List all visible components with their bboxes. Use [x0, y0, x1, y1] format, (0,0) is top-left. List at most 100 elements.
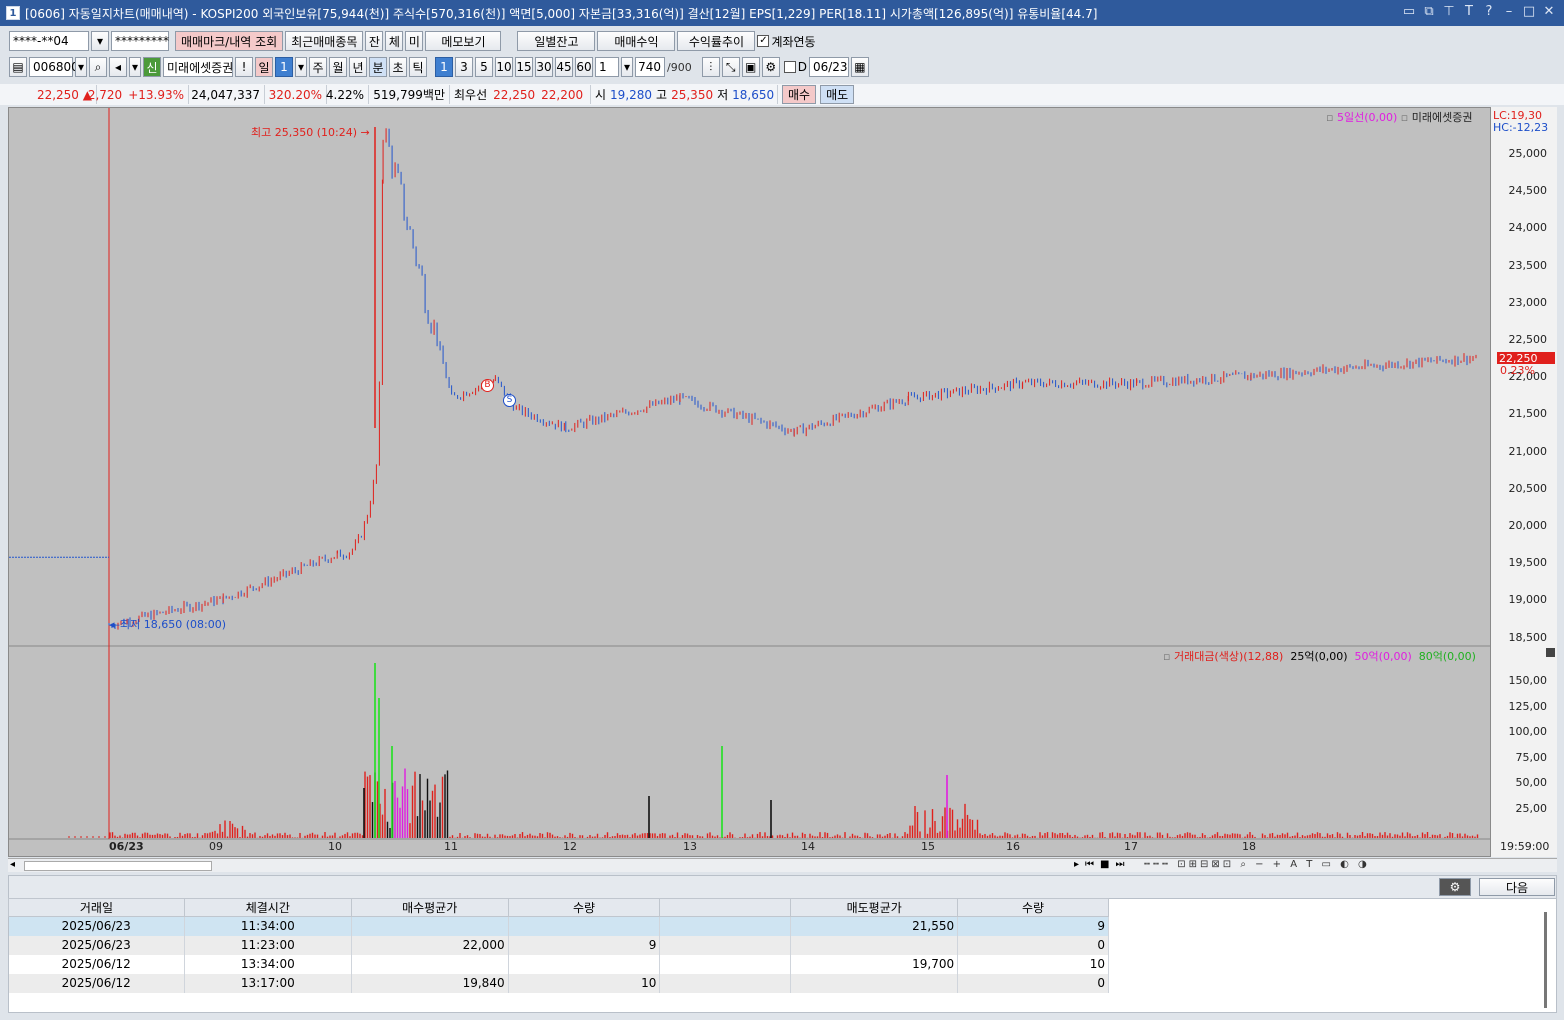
daily-balance-button[interactable]: 일별잔고 [517, 31, 596, 51]
period-day[interactable]: 일 [255, 57, 273, 77]
unit-select[interactable]: 1 [595, 57, 619, 77]
next-button[interactable]: 다음 [1479, 878, 1555, 896]
pin-icon[interactable]: ⊤ [1442, 4, 1456, 19]
period-year[interactable]: 년 [349, 57, 367, 77]
tab-executed[interactable]: 체 [385, 31, 404, 51]
volume-legend: ▫ 거래대금(색상)(12,88) 25억(0,00) 50억(0,00) 80… [1163, 650, 1476, 663]
trade-profit-button[interactable]: 매매수익 [597, 31, 676, 51]
drawing-tools[interactable]: ┅┅┅ ⊡⊞⊟⊠⊡ ⌕ − + A T ▭ ◐ ◑ [1144, 859, 1370, 870]
col-sell-avg: 매도평균가 [790, 898, 959, 917]
account-dropdown-icon[interactable]: ▾ [91, 31, 109, 51]
restore-icon[interactable]: ▭ [1402, 4, 1416, 19]
account-link-checkbox[interactable]: ✓ 계좌연동 [757, 33, 816, 50]
sound-icon[interactable]: ◂ [109, 57, 127, 77]
horizontal-scrollbar[interactable]: ◂ ▸⏮■⏭ ┅┅┅ ⊡⊞⊟⊠⊡ ⌕ − + A T ▭ ◐ ◑ [8, 858, 1557, 872]
col-blank [659, 898, 792, 917]
stock-code-input[interactable]: 006800 [29, 57, 79, 77]
account-field[interactable]: ****-**04 [9, 31, 89, 51]
yield-trend-button[interactable]: 수익률추이 [677, 31, 756, 51]
x-tick-label: 09 [209, 840, 223, 853]
password-field[interactable]: ********* [111, 31, 169, 51]
minute-60[interactable]: 60 [575, 57, 593, 77]
table-row[interactable]: 2025/06/23 11:34:00 21,550 9 [8, 916, 1109, 936]
minute-1[interactable]: 1 [435, 57, 453, 77]
settings-icon[interactable]: ⚙ [761, 57, 780, 77]
window-number-icon[interactable]: 1 [6, 6, 20, 20]
mark-inquiry-button[interactable]: 매매마크/내역 조회 [175, 31, 284, 51]
period-second[interactable]: 초 [389, 57, 407, 77]
period-tick[interactable]: 틱 [409, 57, 427, 77]
y-tick-label: 23,500 [1508, 258, 1548, 272]
tab-unexecuted[interactable]: 미 [405, 31, 424, 51]
close-pane-icon[interactable] [1546, 648, 1555, 657]
minute-3[interactable]: 3 [455, 57, 473, 77]
scroll-thumb[interactable] [24, 861, 212, 871]
buy-mark[interactable]: B [481, 379, 494, 392]
minute-45[interactable]: 45 [555, 57, 573, 77]
calendar-icon[interactable]: ▦ [850, 57, 869, 77]
minimize-icon[interactable]: – [1502, 4, 1516, 19]
text-icon[interactable]: T [1462, 4, 1476, 19]
date-checkbox[interactable] [783, 61, 796, 73]
close-icon[interactable]: ✕ [1542, 4, 1556, 19]
table-cell: 9 [957, 916, 1109, 936]
recent-trade-button[interactable]: 최근매매종목 [285, 31, 364, 51]
time-axis-label: 19:59:00 [1500, 840, 1550, 853]
ma-legend: 5일선(0,00) [1336, 111, 1398, 124]
drawing-icon[interactable]: ⤡ [721, 57, 740, 77]
scroll-left-icon[interactable]: ◂ [10, 859, 15, 870]
price-volume-chart[interactable] [9, 108, 1557, 857]
quote-bar: 22,250 ▲ 2,720 +13.93% 24,047,337 320.20%… [0, 84, 1564, 105]
current-price-tag: 22,250 [1497, 352, 1555, 365]
date-input[interactable]: 06/23 [808, 57, 849, 77]
table-cell: 11:34:00 [184, 916, 352, 936]
x-tick-label: 14 [801, 840, 815, 853]
layout-icon[interactable]: ▤ [9, 57, 27, 77]
copy-icon[interactable]: ⧉ [1422, 4, 1436, 19]
buy-button[interactable]: 매수 [782, 85, 817, 104]
code-dropdown-icon[interactable]: ▾ [75, 57, 87, 77]
grid-settings-icon[interactable]: ⚙ [1439, 878, 1471, 896]
sound-dropdown-icon[interactable]: ▾ [129, 57, 141, 77]
period-minute[interactable]: 분 [369, 57, 387, 77]
period-month[interactable]: 월 [329, 57, 347, 77]
search-icon[interactable]: ⌕ [89, 57, 107, 77]
minute-5[interactable]: 5 [475, 57, 493, 77]
table-cell [351, 954, 509, 974]
low-annotation: ◂–최저 18,650 (08:00) [109, 618, 227, 631]
title-bar: 1 [0606] 자동일지차트(매매내역) - KOSPI200 외국인보유[7… [0, 0, 1564, 26]
tab-balance[interactable]: 잔 [365, 31, 384, 51]
period-dropdown-icon[interactable]: ▾ [295, 57, 307, 77]
period-week[interactable]: 주 [309, 57, 327, 77]
minute-10[interactable]: 10 [495, 57, 513, 77]
save-icon[interactable]: ▣ [741, 57, 760, 77]
memo-button[interactable]: 메모보기 [425, 31, 502, 51]
grid-scrollbar[interactable] [1544, 912, 1547, 1008]
table-cell: 2025/06/12 [8, 973, 185, 993]
candle-icon[interactable]: ⫶ [701, 57, 720, 77]
turnover: 4.22% [326, 85, 369, 104]
table-cell [508, 916, 661, 936]
help-icon[interactable]: ? [1482, 4, 1496, 19]
minute-15[interactable]: 15 [515, 57, 533, 77]
count-input[interactable]: 740 [635, 57, 665, 77]
playback-controls[interactable]: ▸⏮■⏭ [1074, 859, 1130, 870]
account-toolbar: ****-**04 ▾ ********* 매매마크/내역 조회 최근매매종목 … [0, 30, 1564, 52]
unit-dropdown-icon[interactable]: ▾ [621, 57, 633, 77]
period-day-count[interactable]: 1 [275, 57, 293, 77]
x-tick-label: 13 [683, 840, 697, 853]
table-row[interactable]: 2025/06/12 13:17:00 19,840 10 0 [8, 973, 1109, 993]
table-row[interactable]: 2025/06/23 11:23:00 22,000 9 0 [8, 935, 1109, 955]
alert-button[interactable]: ! [235, 57, 253, 77]
y-tick-label: 20,500 [1508, 481, 1548, 495]
count-max: /900 [667, 60, 692, 74]
sell-button[interactable]: 매도 [820, 85, 855, 104]
sell-mark[interactable]: S [503, 394, 516, 407]
col-exec-time: 체결시간 [183, 898, 352, 917]
maximize-icon[interactable]: □ [1522, 4, 1536, 19]
chart-area[interactable] [8, 107, 1557, 857]
y-tick-label: 19,000 [1508, 593, 1548, 607]
minute-30[interactable]: 30 [535, 57, 553, 77]
col-buy-qty: 수량 [507, 898, 661, 917]
table-row[interactable]: 2025/06/12 13:34:00 19,700 10 [8, 954, 1109, 974]
